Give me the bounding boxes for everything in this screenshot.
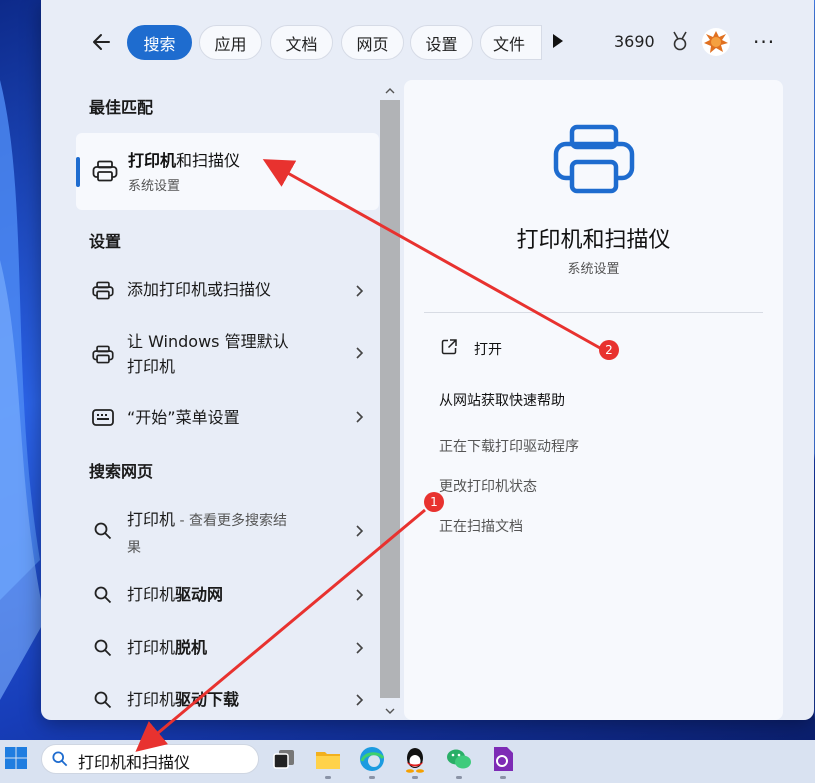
arrow-1 [135,508,426,752]
arrow-2 [262,159,601,350]
annotation-badge-1: 1 [424,492,444,512]
annotation-badge-2: 2 [599,340,619,360]
annotation-arrows [135,159,601,752]
